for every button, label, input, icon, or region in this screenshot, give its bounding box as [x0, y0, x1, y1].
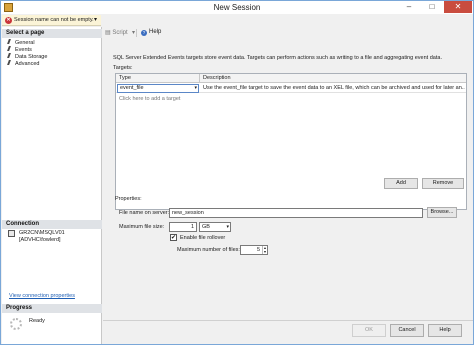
close-button[interactable]: ✕ [444, 1, 472, 13]
column-header-description: Description [203, 75, 231, 81]
connection-header: Connection [2, 220, 102, 229]
new-session-dialog: New Session – □ ✕ ✕ Session name can not… [0, 0, 474, 345]
chevron-down-icon[interactable]: ▾ [226, 223, 229, 231]
max-files-label: Maximum number of files: [177, 247, 240, 253]
remove-button[interactable]: Remove [422, 178, 464, 189]
wrench-icon [7, 46, 13, 51]
targets-label: Targets: [113, 65, 133, 71]
progress-header: Progress [2, 304, 102, 313]
help-label: Help [149, 29, 162, 35]
progress-spinner-icon [10, 318, 22, 330]
help-toolbar-button[interactable]: ? Help [141, 29, 161, 36]
server-icon [8, 230, 15, 237]
table-row[interactable]: event_file ▾ Use the event_file target t… [116, 84, 466, 93]
max-files-value: 5 [256, 247, 260, 253]
page-item-events[interactable]: Events [7, 46, 32, 53]
help-button[interactable]: Help [428, 324, 462, 337]
footer-separator [103, 320, 473, 321]
maximize-button[interactable]: □ [421, 1, 443, 13]
target-type-value: event_file [120, 85, 144, 91]
error-icon: ✕ [5, 17, 12, 24]
spin-arrows-icon[interactable]: ▲ ▼ [262, 246, 267, 254]
column-header-type: Type [119, 75, 131, 81]
add-target-row[interactable]: Click here to add a target [119, 96, 180, 102]
max-files-input[interactable]: 5 ▲ ▼ [240, 245, 268, 255]
script-label: Script [112, 30, 128, 36]
page-item-data-storage[interactable]: Data Storage [7, 53, 47, 60]
minimize-button[interactable]: – [398, 1, 420, 13]
chevron-down-icon[interactable]: ▾ [194, 85, 197, 92]
target-type-select[interactable]: event_file ▾ [117, 84, 199, 93]
column-divider [199, 74, 200, 83]
ok-button[interactable]: OK [352, 324, 386, 337]
script-dropdown-icon[interactable]: ▾ [132, 29, 135, 36]
cancel-button[interactable]: Cancel [390, 324, 424, 337]
target-description: Use the event_file target to save the ev… [203, 85, 465, 91]
unit-value: GB [202, 224, 210, 230]
validation-message: Session name can not be empty. [14, 17, 94, 23]
toolbar-separator [136, 29, 137, 37]
targets-grid[interactable]: Type Description event_file ▾ Use the ev… [115, 73, 467, 210]
select-page-header: Select a page [2, 29, 102, 38]
wrench-icon [7, 60, 13, 65]
help-icon: ? [141, 30, 147, 36]
validation-message-bar[interactable]: ✕ Session name can not be empty. ▾ [2, 15, 101, 26]
file-name-input[interactable]: new_session [169, 208, 423, 218]
add-button[interactable]: Add [384, 178, 418, 189]
page-item-label: Advanced [15, 61, 40, 67]
title-bar: New Session – □ ✕ [1, 1, 473, 14]
toolbar: ▤ Script ▾ ? Help [103, 29, 473, 39]
page-navigation-pane: Select a page General Events Data Storag… [2, 27, 102, 344]
max-file-size-unit-select[interactable]: GB ▾ [199, 222, 231, 232]
enable-file-rollover-checkbox[interactable]: ✔ [170, 234, 177, 241]
progress-status: Ready [29, 318, 45, 324]
grid-header: Type Description [116, 74, 466, 83]
script-button[interactable]: ▤ Script [105, 29, 128, 36]
browse-button[interactable]: Browse... [427, 207, 457, 218]
connection-user: [ADVHC\fowlerd] [19, 237, 61, 243]
file-name-label: File name on server: [119, 210, 170, 216]
main-content: SQL Server Extended Events targets store… [103, 41, 473, 321]
max-file-size-label: Maximum file size: [119, 224, 165, 230]
page-item-general[interactable]: General [7, 39, 35, 46]
view-connection-properties-link[interactable]: View connection properties [9, 293, 75, 299]
max-file-size-input[interactable]: 1 [169, 222, 197, 232]
enable-file-rollover-label: Enable file rollover [180, 235, 226, 241]
chevron-down-icon[interactable]: ▾ [94, 16, 97, 23]
connection-server: GR2CN\MSQLV01 [19, 230, 65, 236]
page-item-advanced[interactable]: Advanced [7, 60, 40, 67]
wrench-icon [7, 53, 13, 58]
page-description: SQL Server Extended Events targets store… [113, 55, 442, 61]
wrench-icon [7, 39, 13, 44]
properties-label: Properties: [115, 196, 142, 202]
